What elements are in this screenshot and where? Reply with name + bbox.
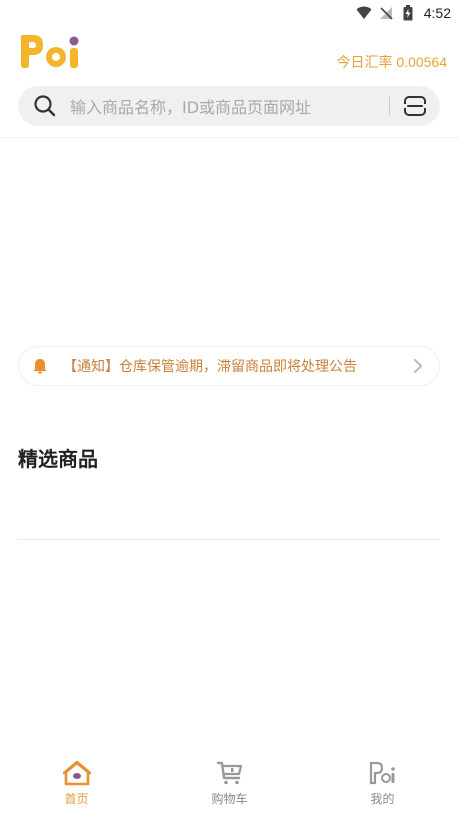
featured-title: 精选商品 <box>18 447 98 471</box>
header: 今日汇率 0.00564 <box>0 26 459 84</box>
search-icon <box>32 93 58 119</box>
home-icon <box>62 758 92 788</box>
tab-profile[interactable]: 我的 <box>306 754 459 816</box>
bell-icon <box>31 357 49 375</box>
cart-icon <box>215 758 245 788</box>
search-input[interactable]: 输入商品名称，ID或商品页面网址 <box>70 94 389 118</box>
status-time: 4:52 <box>423 5 451 21</box>
scan-icon[interactable] <box>402 93 428 119</box>
battery-charging-icon <box>400 5 416 21</box>
search-bar[interactable]: 输入商品名称，ID或商品页面网址 <box>18 86 440 126</box>
wifi-icon <box>356 5 372 21</box>
tab-bar: 首页 购物车 我的 <box>0 754 459 816</box>
tab-cart[interactable]: 购物车 <box>153 754 306 816</box>
notice-bar[interactable]: 【通知】仓库保管逾期，滞留商品即将处理公告 <box>18 346 440 386</box>
status-bar: 4:52 <box>0 0 459 26</box>
no-signal-icon <box>378 5 394 21</box>
tab-cart-label: 购物车 <box>211 792 248 806</box>
search-divider <box>389 97 390 115</box>
header-divider <box>0 137 459 138</box>
profile-icon <box>368 758 398 788</box>
notice-text: 【通知】仓库保管逾期，滞留商品即将处理公告 <box>63 359 357 375</box>
section-divider <box>18 539 440 540</box>
tab-profile-label: 我的 <box>370 792 395 806</box>
app-screen: 4:52 今日汇率 0.00564 输入商品名称，ID或商品页面网址 【通知】仓… <box>0 0 459 816</box>
tab-home-label: 首页 <box>64 792 89 806</box>
tab-home[interactable]: 首页 <box>0 754 153 816</box>
chevron-right-icon <box>413 359 425 373</box>
poi-logo[interactable] <box>18 32 88 72</box>
exchange-rate: 今日汇率 0.00564 <box>336 54 448 70</box>
